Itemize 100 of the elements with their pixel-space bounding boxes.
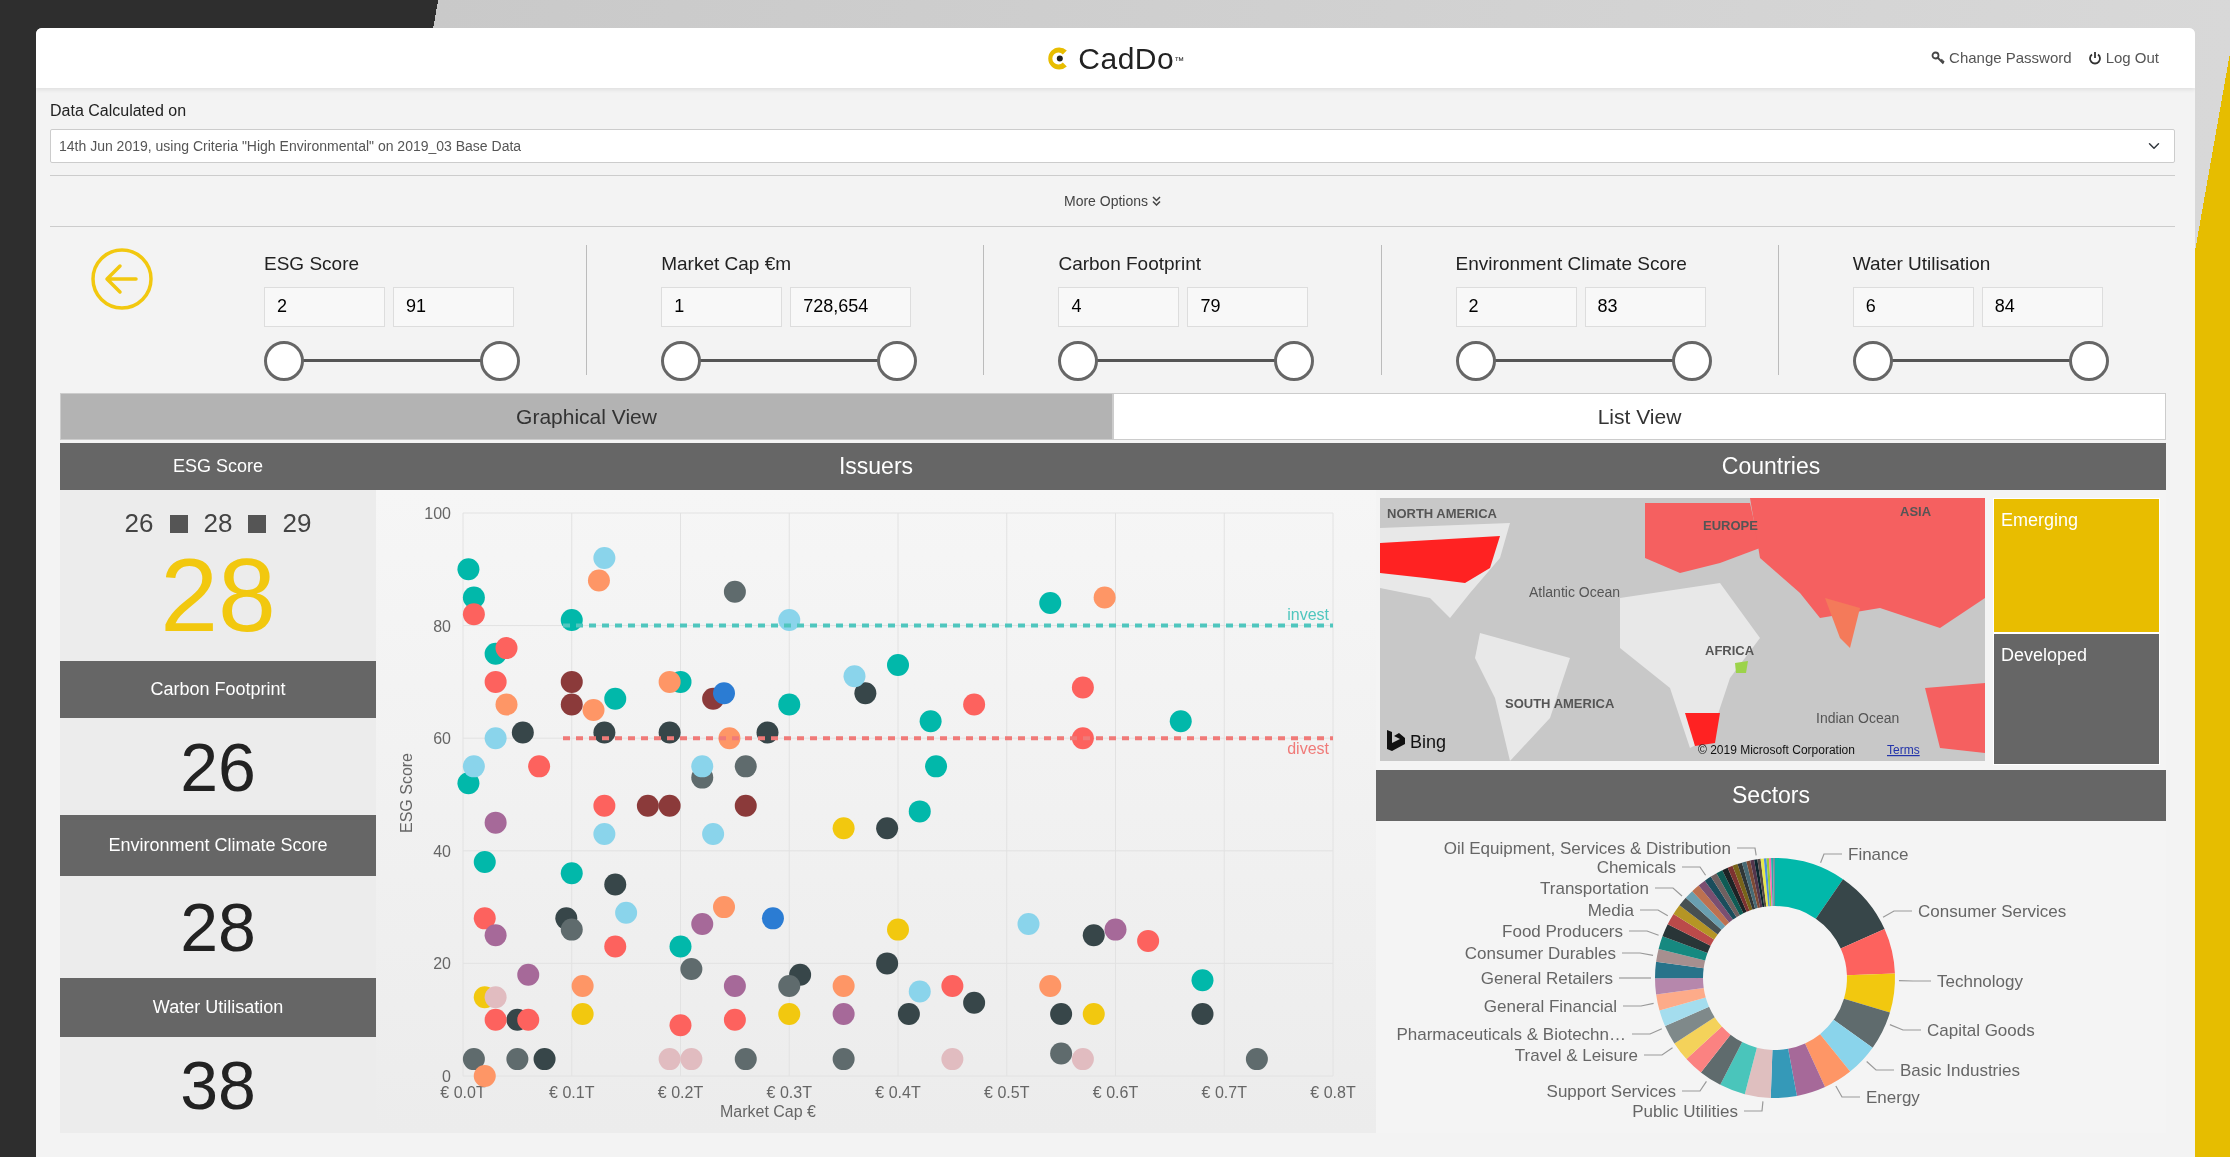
filter-label: Water Utilisation xyxy=(1852,252,1992,276)
slider-thumb[interactable] xyxy=(661,340,702,381)
min-input-field[interactable]: 1 xyxy=(661,286,783,327)
sector-label: Consumer Durables xyxy=(1464,944,1616,963)
metric-value: 28 xyxy=(180,893,256,961)
min-input-field[interactable]: 2 xyxy=(264,286,385,327)
y-axis-tick-label: 20 xyxy=(433,955,451,973)
slider-thumb[interactable] xyxy=(1671,340,1712,381)
power-icon xyxy=(2087,51,2102,65)
panel-header: Countries xyxy=(1376,443,2166,490)
range-value: 28 xyxy=(203,507,233,540)
x-axis-tick-label: € 0.5T xyxy=(984,1084,1030,1101)
bing-logo-icon xyxy=(1387,730,1405,751)
filter-label: ESG Score xyxy=(264,252,361,276)
leader-line xyxy=(1622,1002,1655,1007)
leader-line xyxy=(1889,1024,1922,1031)
donut-slice xyxy=(1655,961,1704,979)
donut-slice xyxy=(1655,978,1704,995)
map-label: Atlantic Ocean xyxy=(1529,584,1621,600)
y-axis-tick-label: 0 xyxy=(442,1068,451,1085)
max-input-field[interactable]: 79 xyxy=(1187,286,1309,327)
leader-line xyxy=(1681,866,1707,876)
sector-label: Travel & Leisure xyxy=(1514,1046,1638,1065)
map-label: ASIA xyxy=(1900,504,1932,519)
sector-label: Energy xyxy=(1866,1088,1920,1107)
donut-slice xyxy=(1820,1019,1873,1072)
leader-line xyxy=(1835,1085,1861,1098)
sector-label: Oil Equipment, Services & Distribution xyxy=(1443,839,1731,858)
sector-label: Pharmaceuticals & Biotechn… xyxy=(1396,1025,1626,1044)
field-label: Data Calculated on xyxy=(50,101,188,121)
max-input-field[interactable]: 91 xyxy=(393,286,514,327)
leader-line xyxy=(1819,853,1843,864)
metric-header: Carbon Footprint xyxy=(60,661,376,718)
slider-thumb[interactable] xyxy=(264,340,304,381)
slider-thumb[interactable] xyxy=(1455,340,1496,381)
slider-thumb[interactable] xyxy=(877,340,918,381)
leader-line xyxy=(1628,930,1660,936)
min-input-field[interactable]: 6 xyxy=(1852,286,1974,327)
min-input-field[interactable]: 2 xyxy=(1455,286,1577,327)
x-axis-tick-label: € 0.8T xyxy=(1310,1084,1356,1101)
more-options-link[interactable]: More Options xyxy=(1063,190,1161,212)
sector-label: Public Utilities xyxy=(1632,1102,1738,1121)
x-axis-tick-label: € 0.3T xyxy=(766,1084,812,1101)
slider-thumb[interactable] xyxy=(1274,340,1315,381)
square-icon xyxy=(169,514,188,533)
donut-slice xyxy=(1770,1048,1797,1098)
panel-header: Sectors xyxy=(1376,770,2166,821)
y-axis-tick-label: 80 xyxy=(433,617,451,635)
treemap-tile: Developed xyxy=(1993,633,2160,765)
x-axis-tick-label: € 0.1T xyxy=(549,1084,595,1101)
slider-thumb[interactable] xyxy=(1058,340,1099,381)
leader-line xyxy=(1621,952,1654,956)
x-axis-tick-label: € 0.0T xyxy=(440,1084,486,1101)
leader-line xyxy=(1736,847,1757,857)
donut-slice xyxy=(1805,1034,1851,1088)
map-label: EUROPE xyxy=(1703,518,1758,533)
map-label: SOUTH AMERICA xyxy=(1505,696,1615,711)
copyright-text: © 2019 Microsoft Corporation xyxy=(1698,743,1855,757)
sector-label: Basic Industries xyxy=(1900,1061,2020,1080)
max-input-field[interactable]: 84 xyxy=(1981,286,2103,327)
leader-line xyxy=(1654,887,1683,897)
leader-line xyxy=(1898,980,1932,982)
view-tab[interactable]: List View xyxy=(1113,393,2166,440)
donut-slice xyxy=(1833,998,1890,1048)
map-label: AFRICA xyxy=(1705,643,1755,658)
max-input-field[interactable]: 728,654 xyxy=(790,286,912,327)
log-out-link[interactable]: Log Out xyxy=(2087,46,2159,70)
slider-thumb[interactable] xyxy=(480,340,520,381)
metric-header: Environment Climate Score xyxy=(60,815,376,876)
x-axis-title: Market Cap € xyxy=(720,1103,816,1120)
x-axis-tick-label: € 0.4T xyxy=(875,1084,921,1101)
criteria-select[interactable]: 14th Jun 2019, using Criteria "High Environmental" on 2019_03 Base Data xyxy=(50,129,2175,163)
sector-label: Transportation xyxy=(1540,879,1649,898)
min-input-field[interactable]: 4 xyxy=(1058,286,1180,327)
slider-thumb[interactable] xyxy=(1852,340,1893,381)
y-axis-title: ESG Score xyxy=(398,753,415,833)
slider-thumb[interactable] xyxy=(2068,340,2109,381)
key-icon xyxy=(1931,51,1946,65)
terms-link[interactable]: Terms xyxy=(1887,743,1920,757)
leader-line xyxy=(1866,1060,1895,1071)
sector-label: Chemicals xyxy=(1596,858,1676,877)
donut-slice xyxy=(1788,1043,1826,1096)
leader-line xyxy=(1631,1028,1663,1035)
threshold-label: divest xyxy=(1287,740,1329,758)
x-axis-tick-label: € 0.2T xyxy=(657,1084,704,1101)
range-value: 26 xyxy=(124,507,154,540)
leader-line xyxy=(1882,910,1913,918)
x-axis-tick-label: € 0.7T xyxy=(1201,1084,1247,1101)
headline-score: 28 xyxy=(160,543,276,647)
max-input-field[interactable]: 83 xyxy=(1584,286,1706,327)
filter-label: Market Cap €m xyxy=(661,252,793,276)
change-password-link[interactable]: Change Password xyxy=(1931,46,2072,70)
leader-line xyxy=(1743,1100,1764,1112)
y-axis-tick-label: 40 xyxy=(433,842,451,860)
view-tab[interactable]: Graphical View xyxy=(60,393,1113,440)
sector-label: Technology xyxy=(1937,972,2023,991)
leader-line xyxy=(1681,1080,1708,1092)
sector-label: Media xyxy=(1587,901,1634,920)
sector-label: Consumer Services xyxy=(1918,902,2067,921)
square-icon xyxy=(248,514,267,533)
